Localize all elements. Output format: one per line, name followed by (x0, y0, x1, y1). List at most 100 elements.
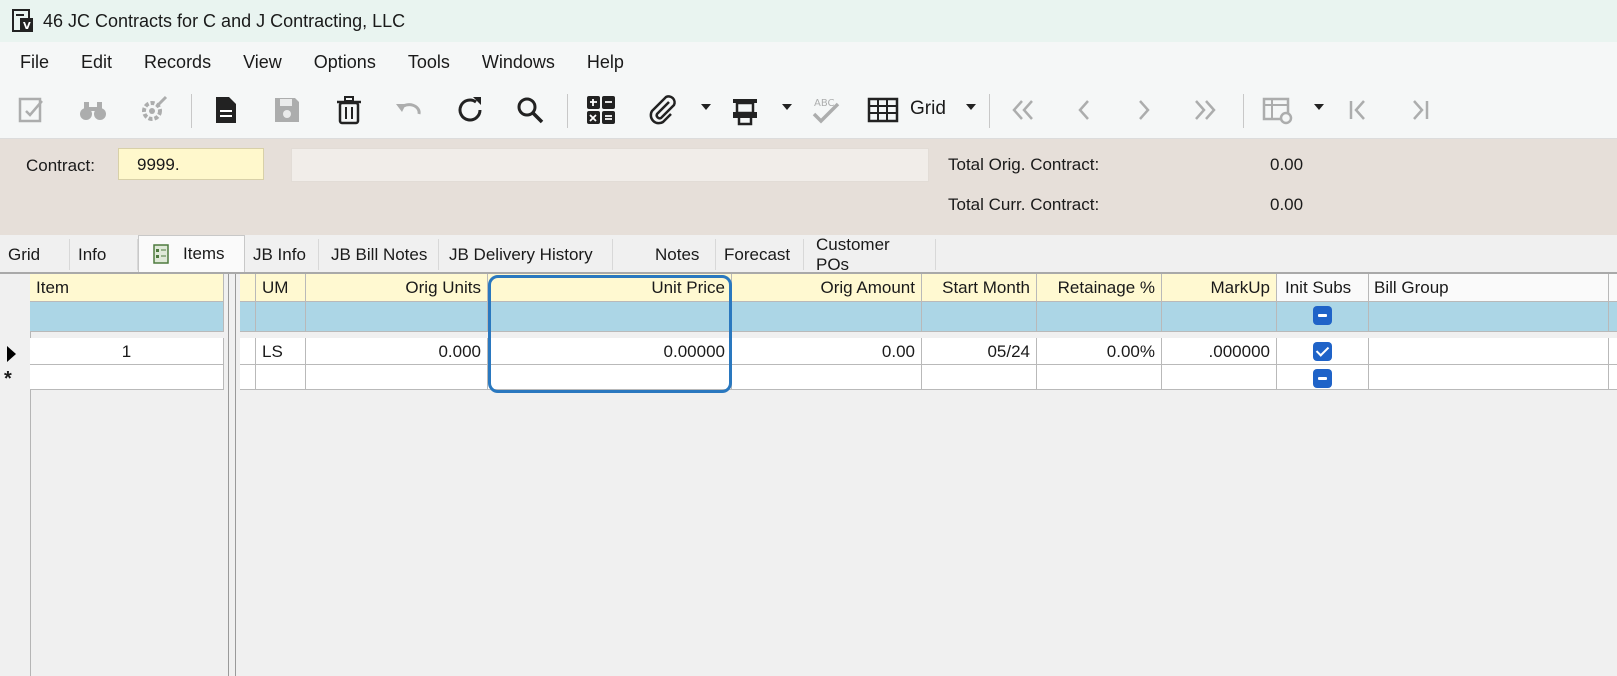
new-row-cell-um[interactable] (256, 365, 306, 390)
print-button[interactable] (729, 92, 761, 128)
cell-item[interactable]: 1 (30, 338, 224, 365)
filter-retainage[interactable] (1037, 302, 1162, 332)
new-row-cell-item[interactable] (30, 365, 224, 390)
cell-init-subs[interactable] (1277, 338, 1369, 365)
attach-button[interactable] (647, 92, 679, 128)
menu-windows[interactable]: Windows (462, 52, 571, 73)
new-row-cell-orig-amount[interactable] (732, 365, 922, 390)
gear-wand-icon (142, 95, 168, 121)
next-record-button[interactable] (1128, 92, 1160, 128)
edit-mode-button[interactable] (16, 92, 48, 128)
last-record-button[interactable] (1189, 92, 1221, 128)
menu-file[interactable]: File (0, 52, 65, 73)
spell-check-button[interactable]: ABC (810, 92, 842, 128)
delete-button[interactable] (333, 92, 365, 128)
tab-notes[interactable]: Notes (613, 239, 716, 270)
unit-price-highlight-box (488, 275, 732, 393)
column-header-bill-group[interactable]: Bill Group (1369, 274, 1609, 302)
tab-customer-pos[interactable]: Customer POs (804, 235, 936, 274)
cell-orig-amount[interactable]: 0.00 (732, 338, 922, 365)
tab-grid[interactable]: Grid (0, 239, 70, 270)
grid-settings-dropdown-caret[interactable] (1314, 104, 1324, 110)
checkbox-checked-icon[interactable] (1313, 341, 1332, 361)
menu-options[interactable]: Options (294, 52, 392, 73)
frozen-column-splitter[interactable] (228, 274, 236, 676)
calculator-icon (587, 96, 615, 124)
contract-description-field[interactable] (291, 148, 929, 182)
filter-checkbox-indeterminate-icon[interactable] (1313, 305, 1332, 325)
filter-um[interactable] (256, 302, 306, 332)
tab-forecast[interactable]: Forecast (716, 239, 804, 270)
filter-orig-amount[interactable] (732, 302, 922, 332)
grid-dropdown-caret[interactable] (966, 104, 976, 110)
menu-bar: File Edit Records View Options Tools Win… (0, 42, 1617, 82)
previous-record-button[interactable] (1068, 92, 1100, 128)
menu-records[interactable]: Records (124, 52, 227, 73)
first-page-button[interactable] (1342, 92, 1374, 128)
new-row-cell-init-subs[interactable] (1277, 365, 1369, 390)
new-row-cell-orig-units[interactable] (306, 365, 488, 390)
column-header-orig-amount[interactable]: Orig Amount (732, 274, 922, 302)
checkbox-indeterminate-icon[interactable] (1313, 368, 1332, 388)
undo-button[interactable] (393, 92, 425, 128)
save-disk-icon (275, 98, 299, 122)
filter-start-month[interactable] (922, 302, 1037, 332)
refresh-button[interactable] (454, 92, 486, 128)
tab-items[interactable]: Items (138, 235, 245, 272)
column-header-start-month[interactable]: Start Month (922, 274, 1037, 302)
menu-edit[interactable]: Edit (61, 52, 128, 73)
new-row-cell-bill-group[interactable] (1369, 365, 1609, 390)
filter-item[interactable] (30, 302, 224, 332)
print-dropdown-caret[interactable] (782, 104, 792, 110)
cell-retainage[interactable]: 0.00% (1037, 338, 1162, 365)
cell-bill-group[interactable] (1369, 338, 1609, 365)
settings-button[interactable] (137, 92, 169, 128)
tab-jb-bill-notes[interactable]: JB Bill Notes (319, 239, 439, 270)
column-header-init-subs[interactable]: Init Subs (1277, 274, 1369, 302)
chevron-right-icon (1139, 100, 1150, 120)
column-header-retainage[interactable]: Retainage % (1037, 274, 1162, 302)
column-header-orig-units[interactable]: Orig Units (306, 274, 488, 302)
new-row-cell-start-month[interactable] (922, 365, 1037, 390)
new-record-button[interactable] (210, 92, 242, 128)
cell-orig-units[interactable]: 0.000 (306, 338, 488, 365)
column-header-um[interactable]: UM (256, 274, 306, 302)
column-header-markup[interactable]: MarkUp (1162, 274, 1277, 302)
grid-view-button[interactable] (867, 92, 899, 128)
filter-markup[interactable] (1162, 302, 1277, 332)
new-row-cell-markup[interactable] (1162, 365, 1277, 390)
tab-jb-delivery-history[interactable]: JB Delivery History (439, 239, 613, 270)
current-row-pointer-icon (7, 346, 16, 362)
cell-um[interactable]: LS (256, 338, 306, 365)
cell-markup[interactable]: .000000 (1162, 338, 1277, 365)
items-grid: * Item 1 UM LS Orig Units 0.000 Unit Pri… (0, 272, 1617, 676)
menu-view[interactable]: View (223, 52, 298, 73)
menu-help[interactable]: Help (567, 52, 640, 73)
tab-strip: Grid Info Items JB Info JB Bill Notes JB… (0, 235, 1617, 274)
menu-tools[interactable]: Tools (388, 52, 466, 73)
toolbar: ABC Grid (0, 82, 1617, 139)
tab-jb-info[interactable]: JB Info (245, 239, 319, 270)
tab-info[interactable]: Info (70, 239, 138, 270)
filter-orig-units[interactable] (306, 302, 488, 332)
last-page-button[interactable] (1404, 92, 1436, 128)
grid-settings-button[interactable] (1262, 92, 1294, 128)
skip-first-icon (1349, 100, 1365, 120)
filter-bill-group[interactable] (1369, 302, 1609, 332)
search-button[interactable] (514, 92, 546, 128)
first-record-button[interactable] (1007, 92, 1039, 128)
total-orig-contract-label: Total Orig. Contract: (948, 155, 1100, 174)
row-indicator-column (0, 274, 31, 676)
cell-start-month[interactable]: 05/24 (922, 338, 1037, 365)
attach-dropdown-caret[interactable] (701, 104, 711, 110)
calculator-button[interactable] (585, 92, 617, 128)
contract-input[interactable]: 9999. (118, 148, 264, 180)
column-header-item[interactable]: Item (30, 274, 224, 302)
find-button[interactable] (77, 92, 109, 128)
window-title: 46 JC Contracts for C and J Contracting,… (43, 10, 406, 31)
save-button[interactable] (271, 92, 303, 128)
grid-view-label[interactable]: Grid (910, 98, 946, 120)
items-tab-icon (153, 244, 169, 264)
new-row-cell-retainage[interactable] (1037, 365, 1162, 390)
filter-init-subs[interactable] (1277, 302, 1369, 332)
